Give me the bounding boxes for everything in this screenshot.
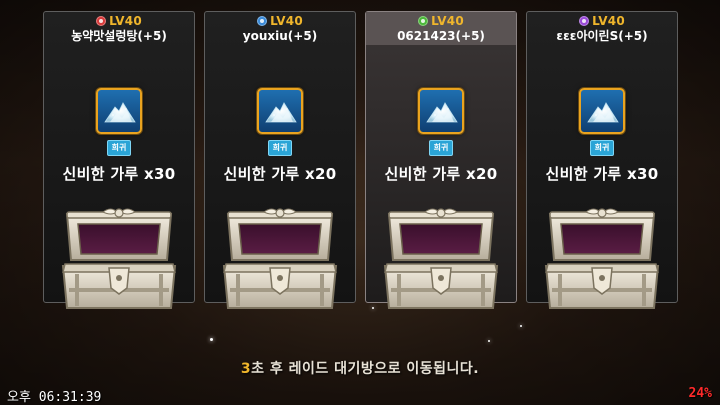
player-level: LV40 bbox=[109, 14, 142, 28]
rarity-badge: 희귀 bbox=[429, 140, 453, 156]
reward-card-player-4: LV40 εεε아이린S(+5) 희귀 신비한 가루 x30 bbox=[526, 11, 678, 309]
mystic-powder-icon bbox=[579, 88, 625, 134]
sparkle bbox=[520, 325, 522, 327]
rarity-badge: 희귀 bbox=[107, 140, 131, 156]
mystic-powder-icon bbox=[418, 88, 464, 134]
countdown-seconds: 3 bbox=[240, 361, 252, 377]
player-level: LV40 bbox=[431, 14, 464, 28]
open-treasure-chest-icon bbox=[220, 208, 340, 314]
player-name: 0621423(+5) bbox=[397, 29, 485, 43]
mystic-powder-icon bbox=[257, 88, 303, 134]
transfer-message-text: 초 후 레이드 대기방으로 이동됩니다. bbox=[251, 361, 480, 377]
player-name: youxiu(+5) bbox=[242, 29, 318, 43]
sparkle bbox=[488, 340, 490, 342]
purple-x-class-icon bbox=[579, 16, 590, 26]
rarity-badge: 희귀 bbox=[590, 140, 614, 156]
card-header: LV40 εεε아이린S(+5) bbox=[527, 12, 677, 45]
reward-item-name: 신비한 가루 x30 bbox=[62, 165, 176, 183]
rarity-badge: 희귀 bbox=[268, 140, 292, 156]
sparkle bbox=[372, 307, 374, 309]
reward-item-name: 신비한 가루 x20 bbox=[223, 165, 337, 183]
reward-card-player-1: LV40 농약맛설렁탕(+5) 희귀 신비한 가루 x30 bbox=[43, 11, 195, 309]
player-level: LV40 bbox=[270, 14, 303, 28]
reward-item-name: 신비한 가루 x20 bbox=[384, 165, 498, 183]
player-level: LV40 bbox=[592, 14, 625, 28]
open-treasure-chest-icon bbox=[381, 208, 501, 314]
reward-item-name: 신비한 가루 x30 bbox=[545, 165, 659, 183]
red-x-class-icon bbox=[96, 16, 107, 26]
system-clock: 오후 06:31:39 bbox=[7, 390, 102, 405]
mystic-powder-icon bbox=[96, 88, 142, 134]
blue-class-icon bbox=[257, 16, 268, 26]
player-name: 농약맛설렁탕(+5) bbox=[71, 29, 167, 43]
reward-card-player-3: LV40 0621423(+5) 희귀 신비한 가루 x20 bbox=[365, 11, 517, 309]
sparkle bbox=[210, 338, 213, 341]
green-plus-class-icon bbox=[418, 16, 429, 26]
battery-level: 24% bbox=[688, 386, 712, 401]
raid-transfer-message: 3초 후 레이드 대기방으로 이동됩니다. bbox=[0, 358, 720, 378]
open-treasure-chest-icon bbox=[542, 208, 662, 314]
card-header: LV40 농약맛설렁탕(+5) bbox=[44, 12, 194, 45]
card-header: LV40 0621423(+5) bbox=[366, 12, 516, 45]
open-treasure-chest-icon bbox=[59, 208, 179, 314]
player-name: εεε아이린S(+5) bbox=[556, 29, 648, 43]
reward-card-player-2: LV40 youxiu(+5) 희귀 신비한 가루 x20 bbox=[204, 11, 356, 309]
card-header: LV40 youxiu(+5) bbox=[205, 12, 355, 45]
